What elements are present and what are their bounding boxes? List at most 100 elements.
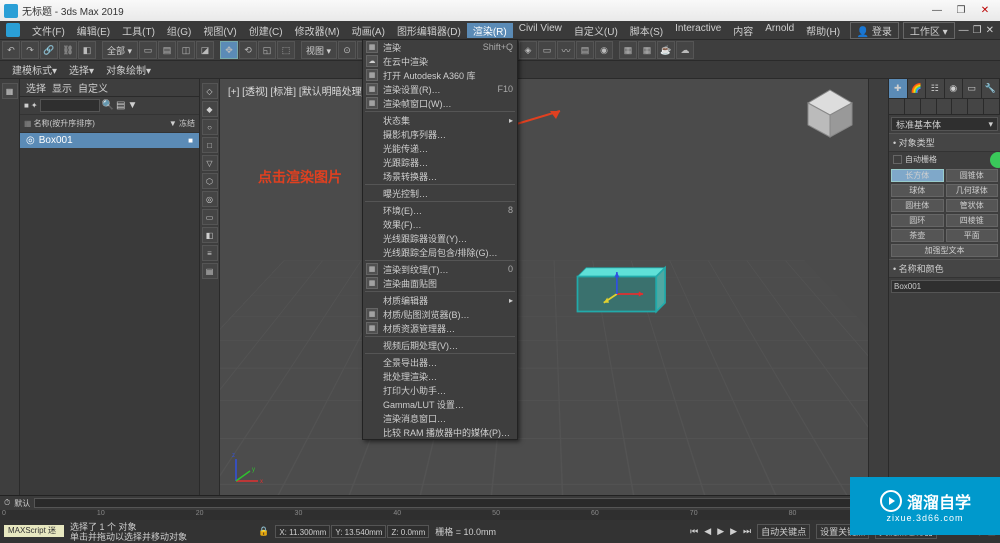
menu-item[interactable]: 视频后期处理(V)… [363,338,517,352]
keyfilter-button[interactable]: 关键点过滤器 [875,524,937,539]
coord-y[interactable]: Y: 13.540mm [331,525,386,538]
menu-item[interactable]: 曝光控制… [363,186,517,200]
scene-tool-3-icon[interactable]: ○ [202,119,218,135]
rotate-icon[interactable]: ⟲ [239,41,257,59]
unlink-icon[interactable]: ⛓ [59,41,77,59]
spacewarps-cat-icon[interactable] [968,99,984,114]
primitive-button[interactable]: 圆柱体 [891,199,944,212]
primitive-button[interactable]: 圆锥体 [946,169,999,182]
helpers-cat-icon[interactable] [952,99,968,114]
scene-view-icon[interactable]: ▤ [116,100,125,111]
lights-cat-icon[interactable] [921,99,937,114]
maxscript-listener[interactable]: MAXScript 迷 [4,525,64,537]
menu-item[interactable]: 光线跟踪器设置(Y)… [363,231,517,245]
menu-item[interactable]: ▦渲染曲面贴图 [363,276,517,290]
primitive-button[interactable]: 管状体 [946,199,999,212]
menu-1[interactable]: 编辑(E) [71,23,116,38]
cameras-cat-icon[interactable] [937,99,953,114]
primitive-button[interactable]: 圆环 [891,214,944,227]
scene-mode-dropdown[interactable]: ▼ 冻结 [169,118,195,129]
shapes-cat-icon[interactable] [905,99,921,114]
ribbon-tab-selection[interactable]: 选择▾ [63,62,100,77]
redo-icon[interactable]: ↷ [21,41,39,59]
menu-14[interactable]: 内容 [727,23,759,38]
menu-item[interactable]: 比较 RAM 播放器中的媒体(P)… [363,425,517,439]
menu-7[interactable]: 动画(A) [346,23,391,38]
menu-item[interactable]: ▦渲染到纹理(T)…0 [363,262,517,276]
menu-13[interactable]: Interactive [669,23,727,38]
material-editor-icon[interactable]: ◉ [595,41,613,59]
scale-icon[interactable]: ◱ [258,41,276,59]
rollout-object-type[interactable]: • 对象类型 [889,133,1000,152]
display-tab-icon[interactable]: ▭ [963,79,982,98]
scene-tool-6-icon[interactable]: ⬡ [202,173,218,189]
systems-cat-icon[interactable] [984,99,1000,114]
selection-set-dropdown[interactable] [936,497,996,509]
workspace-dropdown[interactable]: 工作区 ▾ [903,22,955,39]
scene-tool-1-icon[interactable]: ◇ [202,83,218,99]
ribbon-toggle-icon[interactable]: ▭ [538,41,556,59]
playback-prev-icon[interactable]: ◀ [704,526,711,537]
maximize-button[interactable]: ❐ [950,3,972,19]
menu-3[interactable]: 组(G) [161,23,197,38]
menu-0[interactable]: 文件(F) [26,23,71,38]
setkey-button[interactable]: 设置关键点 [816,524,869,539]
scene-tool-5-icon[interactable]: ▽ [202,155,218,171]
modify-tab-icon[interactable]: 🌈 [908,79,927,98]
window-crossing-icon[interactable]: ◪ [196,41,214,59]
menu-item[interactable]: 场景转换器… [363,169,517,183]
scene-tab-display[interactable]: 显示 [52,80,72,95]
menu-12[interactable]: 脚本(S) [624,23,669,38]
viewport-gizmo-box[interactable] [560,259,700,329]
bind-icon[interactable]: ◧ [78,41,96,59]
menu-10[interactable]: Civil View [513,23,568,38]
autokey-button[interactable]: 自动关键点 [757,524,810,539]
menu-item[interactable]: 光能传递… [363,141,517,155]
menu-5[interactable]: 创建(C) [243,23,289,38]
create-tab-icon[interactable]: ✚ [889,79,908,98]
pivot-icon[interactable]: ⊙ [338,41,356,59]
menu-item[interactable]: 光线跟踪全局包含/排除(G)… [363,245,517,259]
menu-item[interactable]: 摄影机序列器… [363,127,517,141]
schematic-icon[interactable]: ▤ [576,41,594,59]
viewport-close-icon[interactable]: ✕ [986,25,994,36]
menu-6[interactable]: 修改器(M) [289,23,346,38]
selection-filter-dropdown[interactable]: 全部 ▾ [102,41,138,59]
time-config-icon[interactable]: ⏱ [4,498,10,508]
menu-item[interactable]: ▦材质资源管理器… [363,321,517,335]
menu-item[interactable]: 渲染消息窗口… [363,411,517,425]
viewcube-icon[interactable] [800,85,860,145]
scene-tool-7-icon[interactable]: ◎ [202,191,218,207]
primitive-button[interactable]: 四棱锥 [946,214,999,227]
scene-tool-10-icon[interactable]: ≡ [202,245,218,261]
menu-item[interactable]: 材质编辑器▸ [363,293,517,307]
nav-orbit-icon[interactable]: ⟲ [957,526,965,537]
viewport-min-icon[interactable]: — [959,25,969,36]
menu-11[interactable]: 自定义(U) [568,23,624,38]
scene-tab-custom[interactable]: 自定义 [78,80,108,95]
poly-modeling-icon[interactable]: ▦ [2,83,18,99]
menu-item[interactable]: ▦渲染Shift+Q [363,40,517,54]
select-icon[interactable]: ▭ [139,41,157,59]
refcoord-dropdown[interactable]: 视图 ▾ [301,41,337,59]
layer-icon[interactable]: ◈ [519,41,537,59]
menu-item[interactable]: 打印大小助手… [363,383,517,397]
render-setup-icon[interactable]: ▦ [619,41,637,59]
menu-item[interactable]: 环境(E)…8 [363,203,517,217]
link-icon[interactable]: 🔗 [40,41,58,59]
undo-icon[interactable]: ↶ [2,41,20,59]
ribbon-tab-modeling[interactable]: 建模标式▾ [6,62,63,77]
menu-item[interactable]: ▦渲染帧窗口(W)… [363,96,517,110]
move-icon[interactable]: ✥ [220,41,238,59]
menu-4[interactable]: 视图(V) [197,23,242,38]
a360-icon[interactable]: ☁ [676,41,694,59]
menu-item[interactable]: 批处理渲染… [363,369,517,383]
textplus-button[interactable]: 加强型文本 [891,244,998,257]
viewport-perspective[interactable]: [+] [透视] [标准] [默认明暗处理] 点击渲染图片 x z [220,79,868,495]
scene-tool-2-icon[interactable]: ◆ [202,101,218,117]
object-name-input[interactable] [891,280,1000,293]
scene-tool-4-icon[interactable]: □ [202,137,218,153]
rollout-name-color[interactable]: • 名称和颜色 [889,259,1000,278]
placement-icon[interactable]: ⬚ [277,41,295,59]
primitive-button[interactable]: 几何球体 [946,184,999,197]
